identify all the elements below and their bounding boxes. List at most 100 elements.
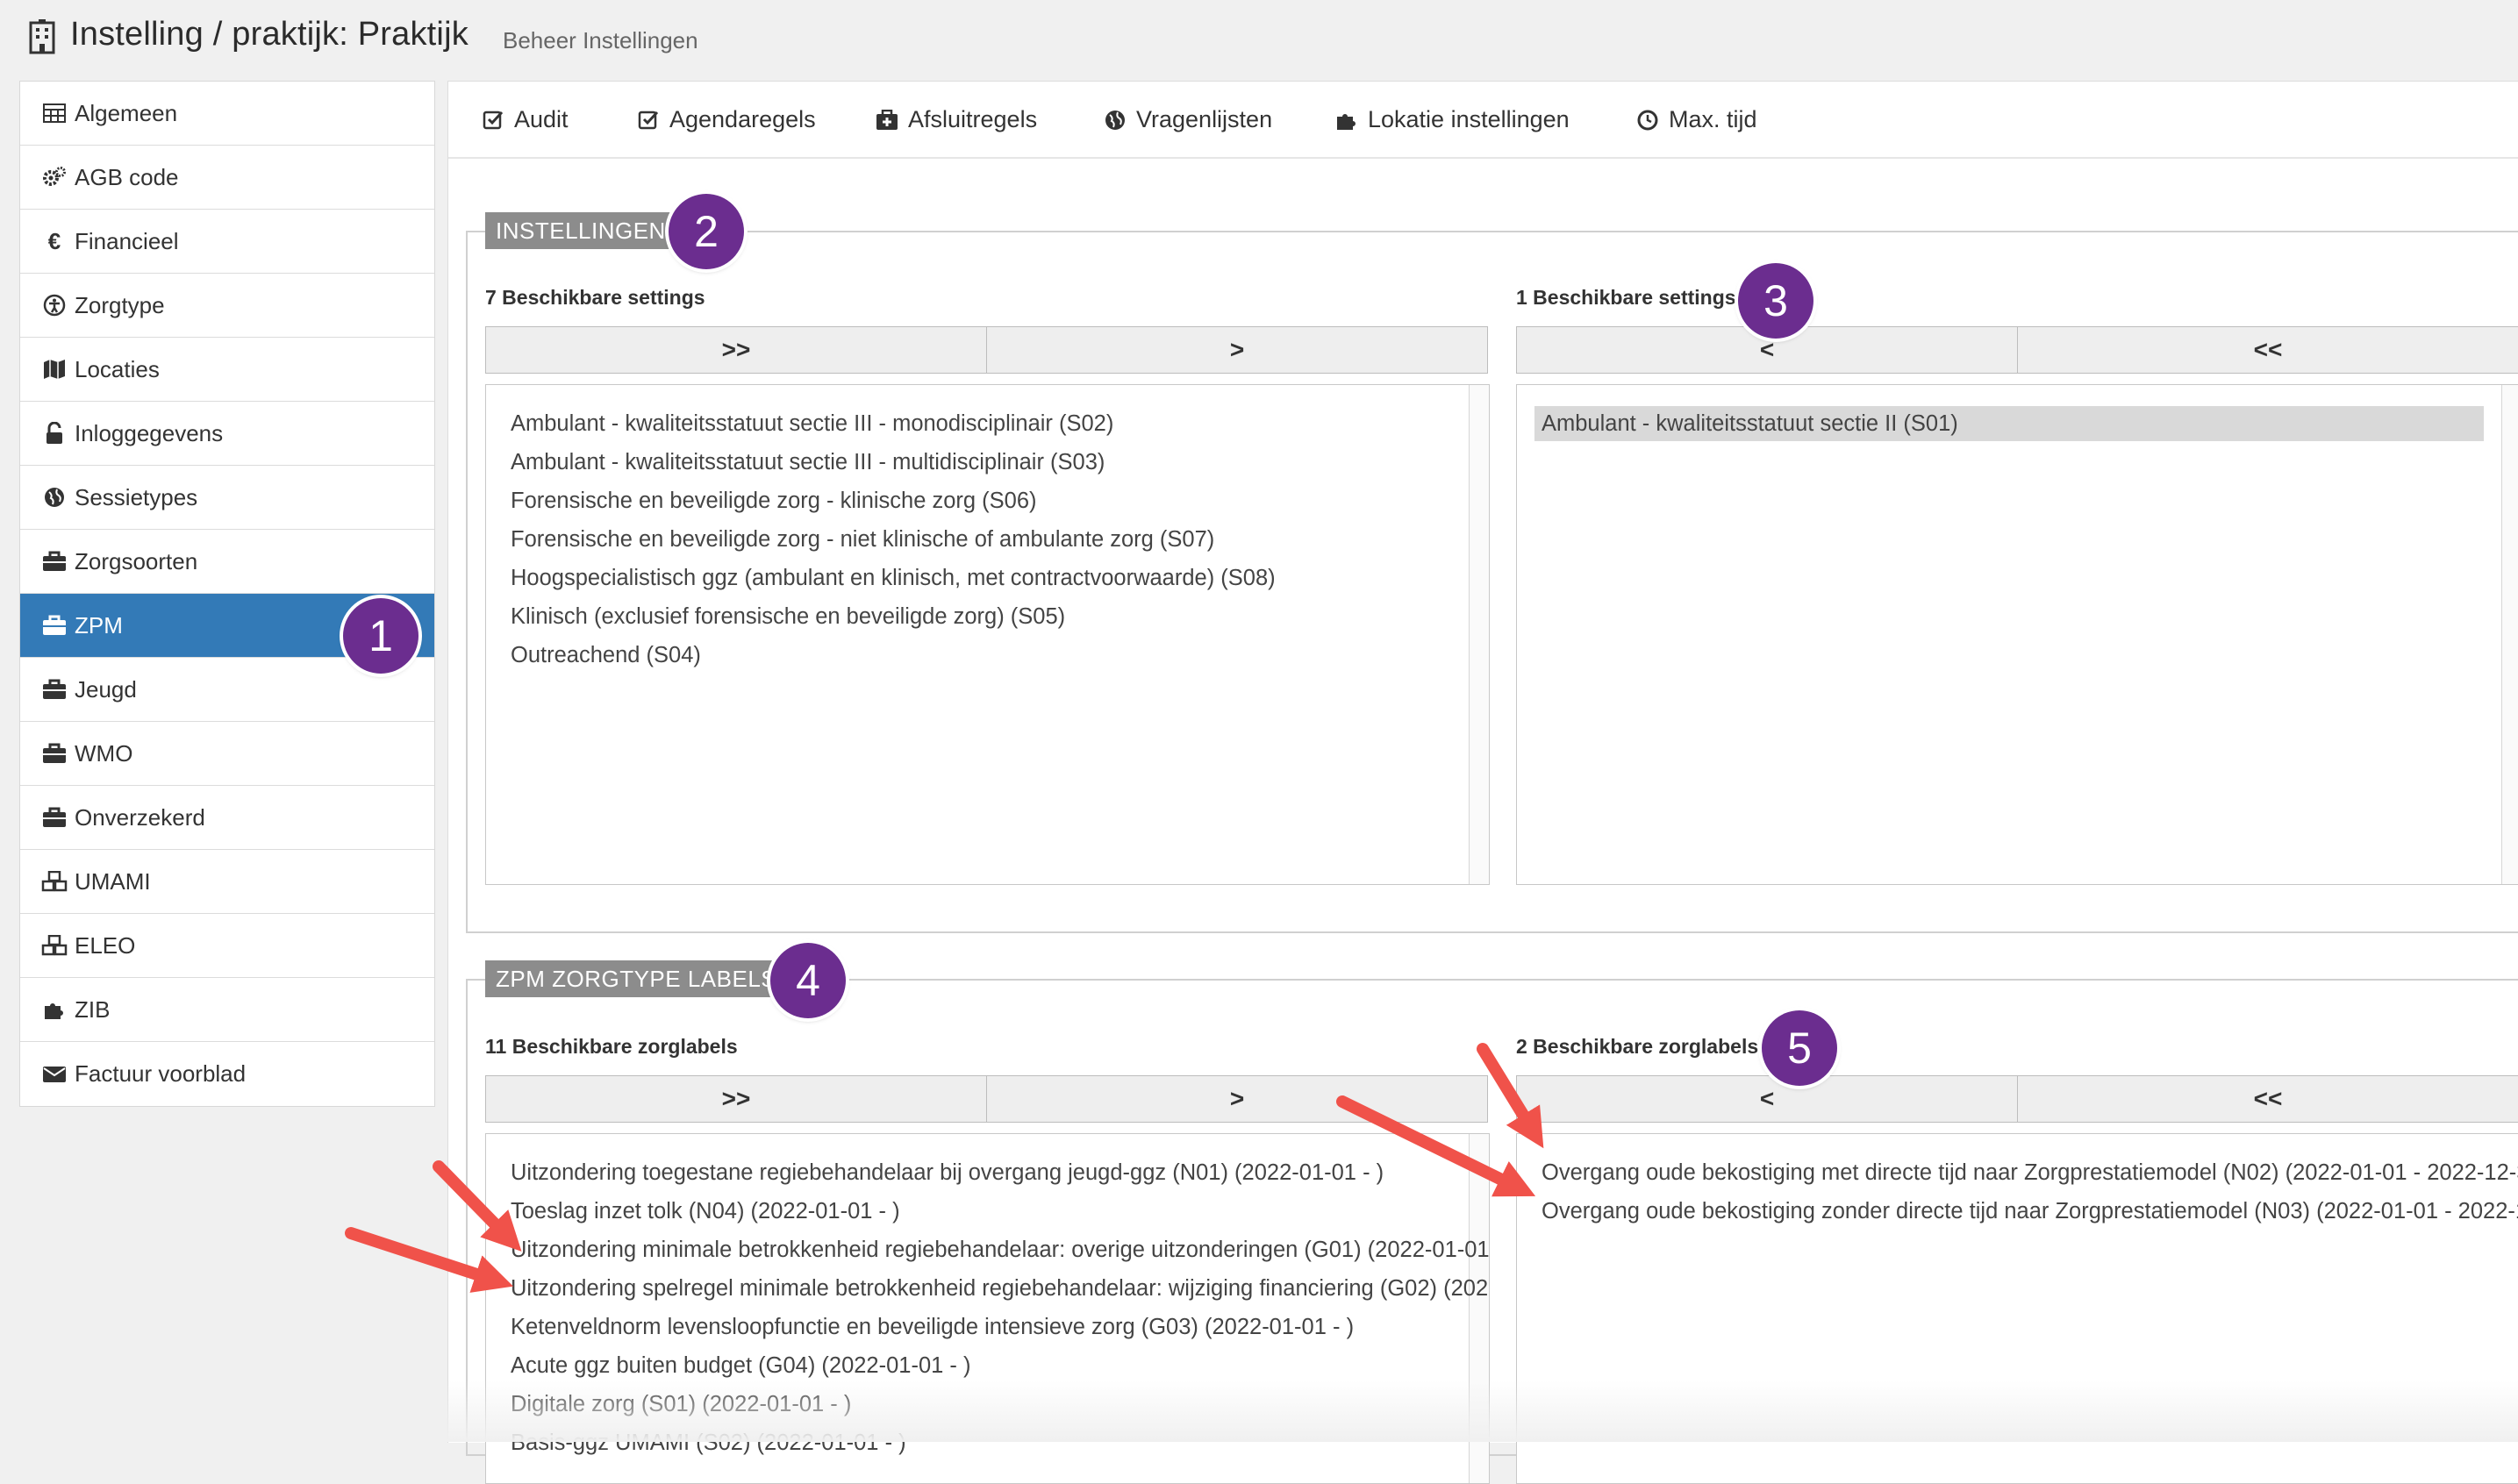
move-all-right-button[interactable]: >>	[486, 1076, 986, 1122]
list-item[interactable]: Overgang oude bekostiging met directe ti…	[1542, 1155, 2518, 1190]
available-settings-count: 7 Beschikbare settings	[485, 286, 705, 309]
move-right-button[interactable]: >	[986, 327, 1487, 373]
sidebar-item-wmo[interactable]: WMO	[20, 722, 434, 786]
sidebar-item-label: ELEO	[75, 931, 136, 959]
sidebar-item-label: Inloggegevens	[75, 419, 224, 446]
sidebar-item-eleo[interactable]: ELEO	[20, 914, 434, 978]
accessibility-icon	[41, 292, 68, 318]
sidebar-item-agb-code[interactable]: AGB code	[20, 146, 434, 210]
annotation-badge-1: 1	[343, 598, 418, 674]
list-item[interactable]: Basis-ggz UMAMI (S02) (2022-01-01 - )	[511, 1425, 906, 1460]
zorglabels-legend: ZPM ZORGTYPE LABELS	[485, 960, 788, 997]
cogs-icon	[41, 164, 68, 190]
sidebar-item-label: Zorgtype	[75, 291, 165, 318]
check-square-icon	[481, 108, 505, 132]
list-item[interactable]: Ketenveldnorm levensloopfunctie en bevei…	[511, 1309, 1354, 1345]
sidebar-item-factuur-voorblad[interactable]: Factuur voorblad	[20, 1042, 434, 1106]
list-item-selected[interactable]: Ambulant - kwaliteitsstatuut sectie II (…	[1534, 406, 2484, 441]
list-item[interactable]: Overgang oude bekostiging zonder directe…	[1542, 1194, 2518, 1229]
sidebar-item-algemeen[interactable]: Algemeen	[20, 82, 434, 146]
tab-bar: Audit Agendaregels Afsluitregels Vragenl…	[448, 82, 2518, 159]
selected-settings-list[interactable]: Ambulant - kwaliteitsstatuut sectie II (…	[1516, 384, 2518, 885]
sidebar-item-label: Factuur voorblad	[75, 1060, 247, 1087]
tab-label: Agendaregels	[669, 106, 816, 132]
sidebar-item-label: Jeugd	[75, 675, 137, 703]
sidebar-item-label: Algemeen	[75, 99, 178, 126]
sidebar-item-locaties[interactable]: Locaties	[20, 338, 434, 402]
envelope-icon	[41, 1061, 68, 1088]
building-icon	[29, 19, 55, 54]
list-item[interactable]: Ambulant - kwaliteitsstatuut sectie III …	[511, 406, 1113, 441]
selected-settings-count: 1 Beschikbare settings	[1516, 286, 1736, 309]
list-item[interactable]: Digitale zorg (S01) (2022-01-01 - )	[511, 1387, 851, 1422]
briefcase-icon	[41, 740, 68, 767]
list-item[interactable]: Uitzondering spelregel minimale betrokke…	[511, 1271, 1489, 1306]
sidebar-item-zorgtype[interactable]: Zorgtype	[20, 274, 434, 338]
sidebar-item-label: Financieel	[75, 227, 179, 254]
tab-label: Afsluitregels	[908, 106, 1038, 132]
annotation-badge-5: 5	[1762, 1010, 1837, 1086]
available-settings-buttons: >> >	[485, 326, 1488, 374]
list-item[interactable]: Forensische en beveiligde zorg - niet kl…	[511, 522, 1214, 557]
map-icon	[41, 356, 68, 382]
sidebar-item-label: ZPM	[75, 611, 123, 639]
briefcase-icon	[41, 548, 68, 574]
available-zorglabels-list[interactable]: Uitzondering toegestane regiebehandelaar…	[485, 1133, 1490, 1484]
list-item[interactable]: Toeslag inzet tolk (N04) (2022-01-01 - )	[511, 1194, 900, 1229]
sidebar-item-label: UMAMI	[75, 867, 151, 895]
sidebar-item-sessietypes[interactable]: Sessietypes	[20, 466, 434, 530]
cubes-icon	[41, 868, 68, 895]
list-item[interactable]: Acute ggz buiten budget (G04) (2022-01-0…	[511, 1348, 970, 1383]
list-item[interactable]: Outreachend (S04)	[511, 638, 701, 673]
available-settings-list[interactable]: Ambulant - kwaliteitsstatuut sectie III …	[485, 384, 1490, 885]
selected-settings-buttons: < <<	[1516, 326, 2518, 374]
list-item[interactable]: Uitzondering minimale betrokkenheid regi…	[511, 1232, 1489, 1267]
scrollbar[interactable]	[1469, 1134, 1489, 1483]
sidebar-item-zib[interactable]: ZIB	[20, 978, 434, 1042]
annotation-badge-2: 2	[669, 194, 744, 269]
tab-label: Vragenlijsten	[1136, 106, 1273, 132]
tab-audit[interactable]: Audit	[481, 106, 569, 133]
sidebar: Algemeen AGB code € Financieel Zorgtype …	[19, 81, 435, 1107]
briefcase-icon	[41, 612, 68, 639]
tab-agendaregels[interactable]: Agendaregels	[636, 106, 816, 133]
move-all-left-button[interactable]: <<	[2017, 1076, 2518, 1122]
briefcase-icon	[41, 676, 68, 703]
list-item[interactable]: Klinisch (exclusief forensische en bevei…	[511, 599, 1065, 634]
selected-zorglabels-list[interactable]: Overgang oude bekostiging met directe ti…	[1516, 1133, 2518, 1484]
available-zorglabels-count: 11 Beschikbare zorglabels	[485, 1035, 738, 1058]
move-all-left-button[interactable]: <<	[2017, 327, 2518, 373]
sidebar-item-label: Sessietypes	[75, 483, 198, 510]
sidebar-item-label: Zorgsoorten	[75, 547, 198, 574]
annotation-badge-4: 4	[770, 943, 846, 1018]
scrollbar[interactable]	[1469, 385, 1489, 884]
page-title: Instelling / praktijk: Praktijk	[70, 16, 469, 53]
move-all-right-button[interactable]: >>	[486, 327, 986, 373]
selected-zorglabels-buttons: < <<	[1516, 1075, 2518, 1123]
cubes-icon	[41, 932, 68, 959]
sidebar-item-onverzekerd[interactable]: Onverzekerd	[20, 786, 434, 850]
sidebar-item-label: AGB code	[75, 163, 179, 190]
move-right-button[interactable]: >	[986, 1076, 1487, 1122]
sidebar-item-zorgsoorten[interactable]: Zorgsoorten	[20, 530, 434, 594]
page-header: Instelling / praktijk: Praktijk Beheer I…	[0, 0, 2518, 79]
list-item[interactable]: Forensische en beveiligde zorg - klinisc…	[511, 483, 1037, 518]
instellingen-legend: INSTELLINGEN	[485, 212, 676, 249]
list-item[interactable]: Uitzondering toegestane regiebehandelaar…	[511, 1155, 1384, 1190]
tab-vragenlijsten[interactable]: Vragenlijsten	[1103, 106, 1272, 133]
sidebar-item-inloggegevens[interactable]: Inloggegevens	[20, 402, 434, 466]
scrollbar[interactable]	[2501, 385, 2518, 884]
unlock-icon	[41, 420, 68, 446]
clock-icon	[1635, 108, 1660, 132]
puzzle-icon	[1334, 108, 1359, 132]
sidebar-item-umami[interactable]: UMAMI	[20, 850, 434, 914]
sidebar-item-financieel[interactable]: € Financieel	[20, 210, 434, 274]
table-icon	[41, 100, 68, 126]
tab-max-tijd[interactable]: Max. tijd	[1635, 106, 1757, 133]
tab-afsluitregels[interactable]: Afsluitregels	[875, 106, 1037, 133]
list-item[interactable]: Ambulant - kwaliteitsstatuut sectie III …	[511, 445, 1105, 480]
euro-icon: €	[47, 227, 61, 254]
tab-lokatie-instellingen[interactable]: Lokatie instellingen	[1334, 106, 1570, 133]
list-item[interactable]: Hoogspecialistisch ggz (ambulant en klin…	[511, 560, 1276, 596]
move-left-button[interactable]: <	[1517, 1076, 2017, 1122]
